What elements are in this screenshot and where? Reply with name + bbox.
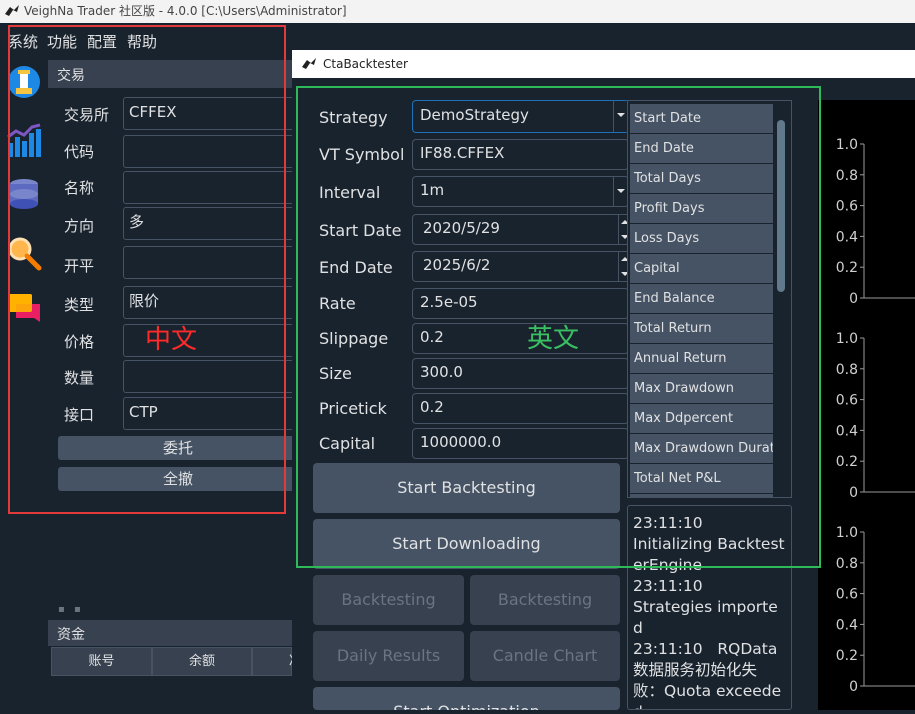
backtester-title: CtaBacktester [323, 57, 408, 71]
chart-tick-label: 1.0 [836, 525, 858, 541]
chart-tick-label: 0.4 [836, 229, 858, 245]
chart-tick-label: 0.6 [836, 587, 858, 603]
chart-area: 1.0 0.8 0.6 0.4 0.2 0 1.0 0.8 0.6 0.4 0.2 0 1.0 0.8 0.… [818, 100, 915, 710]
log-line: 23:11:10 [633, 577, 703, 595]
app-logo-icon [5, 5, 19, 16]
column-balance[interactable]: 余额 [152, 647, 252, 676]
main-title-bar: VeighNa Trader 社区版 - 4.0.0 [C:\Users\Adm… [0, 0, 915, 23]
chart-tick-label: 0.2 [836, 648, 858, 664]
column-frozen[interactable]: 冻 [252, 647, 302, 676]
english-annotation-label: 英文 [527, 324, 580, 354]
chart-tick-label: 0.4 [836, 423, 858, 439]
chart-tick-label: 0.2 [836, 260, 858, 276]
chart-tick-label: 1.0 [836, 331, 858, 347]
backtesting-trades-button[interactable]: Backtesting Trades [313, 575, 464, 659]
chart-tick-label: 0 [849, 291, 858, 307]
log-line: Strategies imported [633, 598, 778, 637]
charts-svg: 1.0 0.8 0.6 0.4 0.2 0 1.0 0.8 0.6 0.4 0.2 0 1.0 0.8 0.… [836, 137, 915, 695]
app-logo-icon [302, 58, 316, 69]
column-account[interactable]: 账号 [51, 647, 152, 676]
chart-tick-label: 0.2 [836, 454, 858, 470]
dock-handle[interactable]: ▪ ▪ [58, 604, 84, 615]
chart-tick-label: 0.6 [836, 393, 858, 409]
chart-tick-label: 0 [849, 485, 858, 501]
chinese-annotation-label: 中文 [145, 325, 198, 355]
log-line: 23:11:10 RQData数据服务初始化失败：Quota exceeded [633, 640, 782, 709]
fund-panel-header: 资金 [48, 620, 292, 646]
chart-tick-label: 0.8 [836, 168, 858, 184]
daily-results-button[interactable]: Daily Results [313, 631, 464, 681]
chinese-region-outline [8, 25, 286, 514]
chart-tick-label: 0.8 [836, 556, 858, 572]
chart-tick-label: 0.6 [836, 199, 858, 215]
main-window-title: VeighNa Trader 社区版 - 4.0.0 [C:\Users\Adm… [24, 4, 347, 18]
fund-table: 账号 余额 冻 [51, 647, 302, 710]
candle-chart-button[interactable]: Candle Chart [470, 631, 620, 681]
chart-tick-label: 1.0 [836, 137, 858, 153]
chart-tick-label: 0.8 [836, 362, 858, 378]
start-optimization-button[interactable]: Start Optimization [313, 687, 620, 710]
chart-tick-label: 0.4 [836, 617, 858, 633]
backtesting-orders-button[interactable]: Backtesting Orders [470, 575, 620, 659]
fund-panel-title: 资金 [57, 627, 85, 643]
chart-tick-label: 0 [849, 679, 858, 695]
backtester-title-bar: CtaBacktester [292, 50, 915, 78]
